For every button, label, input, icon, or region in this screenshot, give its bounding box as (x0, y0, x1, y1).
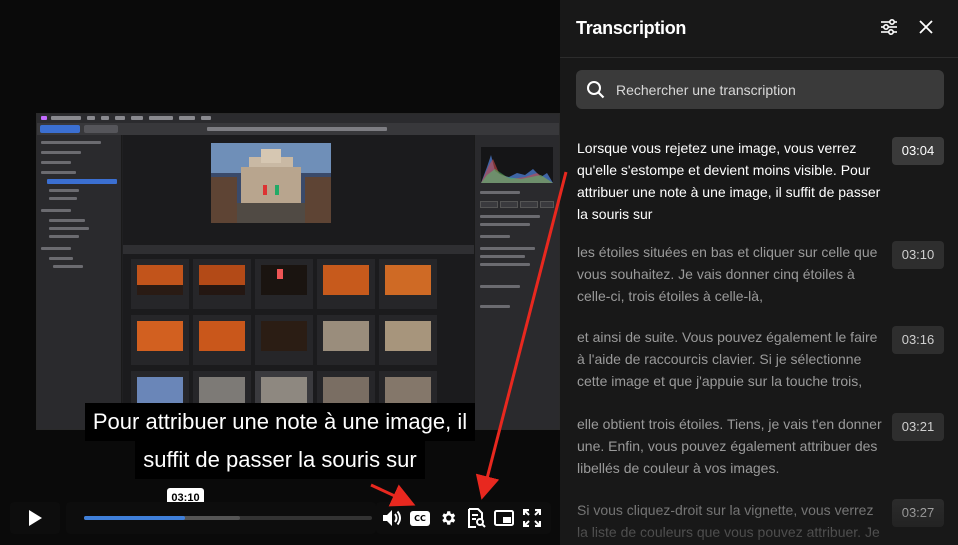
segment-timestamp[interactable]: 03:21 (892, 413, 944, 441)
video-app-menubar (37, 114, 559, 123)
segment-text: et ainsi de suite. Vous pouvez également… (577, 329, 878, 389)
video-app-left-panel (37, 135, 122, 429)
progress-bar[interactable] (66, 502, 376, 534)
pip-icon (494, 510, 514, 526)
transcript-panel: Transcription Rechercher une transcripti… (560, 0, 958, 545)
play-button[interactable] (10, 502, 60, 534)
player-controls: CC (0, 498, 560, 538)
video-app-right-panel (474, 135, 559, 429)
settings-icon (442, 511, 456, 525)
transcript-header: Transcription (560, 0, 958, 58)
video-frame[interactable] (36, 113, 560, 430)
transcript-button[interactable] (464, 506, 488, 530)
video-app-titlebar (37, 123, 559, 135)
volume-button[interactable] (380, 506, 404, 530)
subtitle-line: Pour attribuer une note à une image, il (84, 403, 476, 441)
video-preview-photo (211, 143, 331, 223)
captions-button[interactable]: CC (408, 506, 432, 530)
segment-timestamp[interactable]: 03:10 (892, 241, 944, 269)
segment-timestamp[interactable]: 03:27 (892, 499, 944, 527)
settings-button[interactable] (436, 506, 460, 530)
subtitle-caption: Pour attribuer une note à une image, il … (65, 403, 495, 479)
search-icon (587, 81, 605, 99)
video-histogram (481, 147, 553, 183)
transcript-icon (468, 508, 486, 528)
panel-title: Transcription (576, 18, 687, 38)
fullscreen-button[interactable] (520, 506, 544, 530)
sliders-icon (881, 18, 897, 36)
volume-icon (383, 510, 401, 526)
segment-text: Lorsque vous rejetez une image, vous ver… (577, 140, 881, 222)
segment-timestamp[interactable]: 03:04 (892, 137, 944, 165)
cc-icon: CC (410, 510, 430, 526)
video-app-content (123, 135, 475, 429)
segment-timestamp[interactable]: 03:16 (892, 326, 944, 354)
close-panel-button[interactable] (918, 19, 940, 41)
transcript-search-input[interactable]: Rechercher une transcription (576, 70, 944, 109)
right-controls: CC (376, 502, 551, 534)
filter-settings-button[interactable] (880, 18, 904, 40)
progress-track[interactable] (84, 516, 372, 520)
video-player[interactable]: Pour attribuer une note à une image, il … (0, 0, 560, 545)
progress-played (84, 516, 185, 520)
segment-text: les étoiles situées en bas et cliquer su… (577, 244, 878, 304)
segment-text: elle obtient trois étoiles. Tiens, je va… (577, 416, 882, 476)
close-icon (919, 20, 933, 34)
search-placeholder: Rechercher une transcription (616, 82, 796, 98)
cc-label: CC (414, 513, 426, 523)
segment-text: Si vous cliquez-droit sur la vignette, v… (577, 502, 880, 540)
fullscreen-icon (523, 509, 541, 527)
picture-in-picture-button[interactable] (492, 506, 516, 530)
subtitle-line: suffit de passer la souris sur (135, 441, 425, 479)
play-icon (29, 510, 42, 526)
